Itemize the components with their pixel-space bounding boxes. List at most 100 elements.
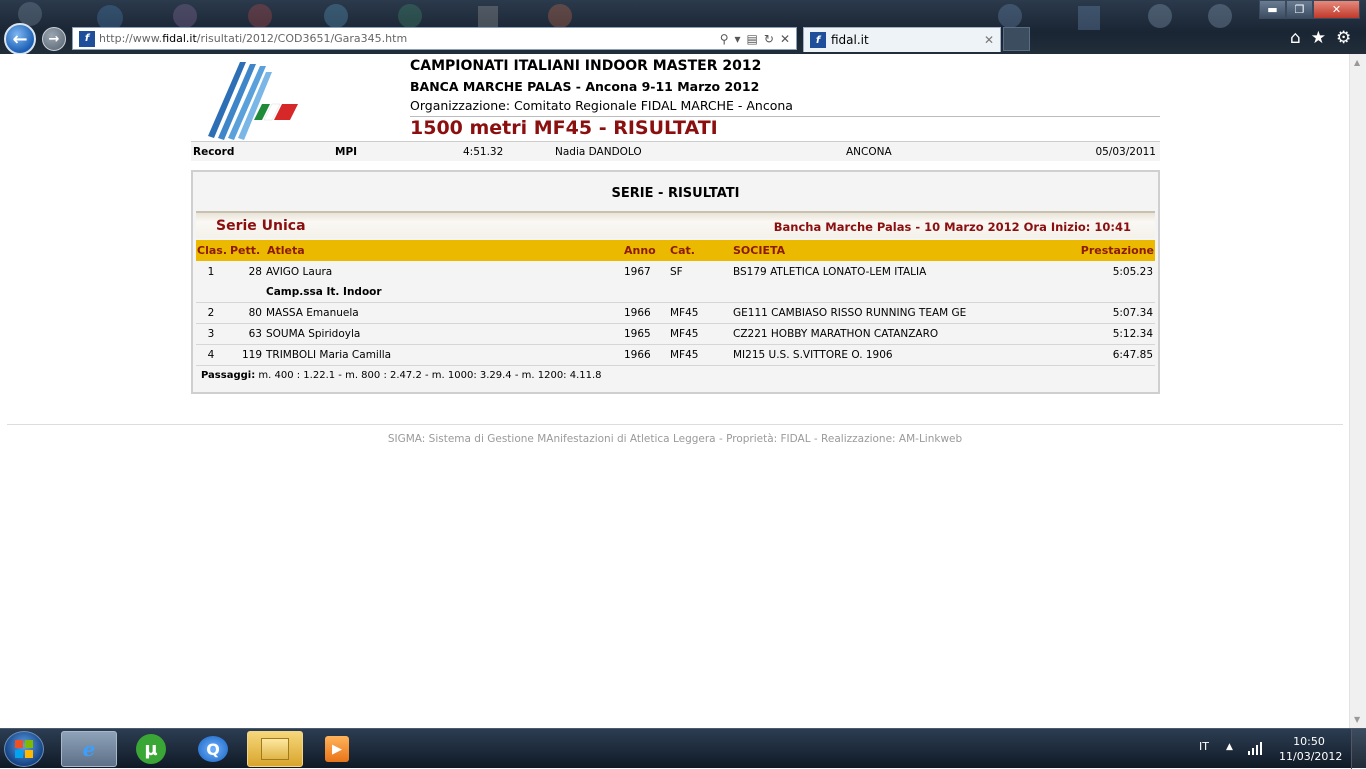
cell-cat: MF45 — [670, 328, 699, 340]
table-row: 2 80 MASSA Emanuela 1966 MF45 GE111 CAMB… — [196, 303, 1155, 324]
cell-clas: 1 — [207, 266, 215, 278]
browser-chrome: ← → f http://www.fidal.it/risultati/2012… — [0, 0, 1366, 54]
tab-title: fidal.it — [831, 33, 869, 47]
url-text[interactable]: http://www.fidal.it/risultati/2012/COD36… — [99, 32, 407, 45]
split-times: Passaggi: m. 400 : 1.22.1 - m. 800 : 2.4… — [201, 370, 602, 381]
close-window-button[interactable]: ✕ — [1313, 0, 1360, 19]
table-row: 3 63 SOUMA Spiridoyla 1965 MF45 CZ221 HO… — [196, 324, 1155, 345]
cell-pett: 28 — [248, 266, 262, 278]
address-bar[interactable]: f http://www.fidal.it/risultati/2012/COD… — [72, 27, 797, 50]
home-icon[interactable]: ⌂ — [1290, 28, 1301, 48]
dropdown-arrow-icon[interactable]: ▾ — [735, 32, 741, 46]
cell-prestazione: 5:07.34 — [1112, 307, 1153, 319]
venue-info: BANCA MARCHE PALAS - Ancona 9-11 Marzo 2… — [410, 79, 760, 94]
col-pett: Pett. — [230, 244, 261, 257]
record-athlete: Nadia DANDOLO — [555, 146, 642, 158]
record-place: ANCONA — [846, 146, 892, 158]
arrow-right-icon: → — [48, 31, 60, 47]
vertical-scrollbar[interactable]: ▲ ▼ — [1349, 54, 1366, 728]
cell-pett: 119 — [241, 349, 262, 361]
cell-clas: 3 — [207, 328, 215, 340]
minimize-button[interactable]: ▬ — [1259, 0, 1286, 19]
race-title: 1500 metri MF45 - RISULTATI — [410, 117, 718, 139]
clock-time: 10:50 — [1293, 735, 1325, 748]
taskbar-quicktime[interactable]: Q — [185, 731, 241, 767]
results-panel: SERIE - RISULTATI Serie Unica Bancha Mar… — [191, 170, 1160, 394]
cell-societa: CZ221 HOBBY MARATHON CATANZARO — [733, 328, 939, 340]
cell-clas: 2 — [207, 307, 215, 319]
cell-pett: 63 — [248, 328, 262, 340]
language-indicator[interactable]: IT — [1199, 740, 1209, 753]
split-times-label: Passaggi: — [201, 370, 256, 381]
col-societa: SOCIETA — [733, 244, 786, 257]
section-title: SERIE - RISULTATI — [611, 186, 740, 201]
window-controls: ▬ ❐ ✕ — [1259, 0, 1366, 19]
windows-logo-icon — [15, 740, 33, 758]
cell-pett: 80 — [248, 307, 262, 319]
start-button[interactable] — [4, 731, 44, 767]
cell-anno: 1965 — [624, 328, 651, 340]
cell-prestazione: 6:47.85 — [1112, 349, 1153, 361]
search-icon[interactable]: ⚲ — [720, 32, 729, 46]
serie-header: Serie Unica Bancha Marche Palas - 10 Mar… — [196, 211, 1155, 238]
cell-prestazione: 5:05.23 — [1112, 266, 1153, 278]
arrow-left-icon: ← — [12, 28, 28, 50]
network-signal-icon[interactable] — [1248, 741, 1264, 755]
windows-taskbar: e µ Q ▶ IT ▲ 10:50 11/03/2012 — [0, 728, 1366, 769]
back-button[interactable]: ← — [4, 23, 36, 54]
championship-title: CAMPIONATI ITALIANI INDOOR MASTER 2012 — [410, 58, 762, 74]
browser-tab[interactable]: f fidal.it ✕ — [803, 27, 1001, 52]
media-player-icon: ▶ — [325, 736, 349, 762]
favorites-star-icon[interactable]: ★ — [1311, 28, 1326, 48]
internet-explorer-icon: e — [82, 737, 96, 761]
page-content: CAMPIONATI ITALIANI INDOOR MASTER 2012 B… — [0, 54, 1366, 728]
scroll-up-icon[interactable]: ▲ — [1354, 58, 1360, 67]
footer-credits: SIGMA: Sistema di Gestione MAnifestazion… — [387, 433, 963, 445]
system-clock[interactable]: 10:50 11/03/2012 — [1279, 734, 1342, 764]
folder-icon — [261, 738, 289, 760]
organization-info: Organizzazione: Comitato Regionale FIDAL… — [410, 98, 793, 113]
cell-note: Camp.ssa It. Indoor — [266, 286, 382, 298]
compatibility-view-icon[interactable]: ▤ — [747, 32, 758, 46]
quicktime-icon: Q — [198, 736, 228, 762]
fidal-logo — [208, 62, 298, 140]
forward-button[interactable]: → — [42, 27, 66, 51]
taskbar-internet-explorer[interactable]: e — [61, 731, 117, 767]
record-row: Record MPI 4:51.32 Nadia DANDOLO ANCONA … — [191, 141, 1160, 161]
cell-societa: BS179 ATLETICA LONATO-LEM ITALIA — [733, 266, 927, 278]
scroll-down-icon[interactable]: ▼ — [1354, 715, 1360, 724]
record-date: 05/03/2011 — [1095, 146, 1156, 158]
col-anno: Anno — [624, 244, 656, 257]
serie-name: Serie Unica — [216, 218, 306, 234]
col-clas: Clas. — [197, 244, 227, 257]
cell-societa: GE111 CAMBIASO RISSO RUNNING TEAM GE — [733, 307, 967, 319]
maximize-button[interactable]: ❐ — [1286, 0, 1313, 19]
show-hidden-icons-icon[interactable]: ▲ — [1226, 742, 1233, 752]
browser-toolbar-right: ⌂ ★ ⚙ — [1290, 28, 1351, 48]
taskbar-media-player[interactable]: ▶ — [309, 731, 365, 767]
col-cat: Cat. — [670, 244, 695, 257]
cell-clas: 4 — [207, 349, 215, 361]
record-type: MPI — [335, 146, 358, 158]
close-tab-icon[interactable]: ✕ — [984, 33, 994, 47]
utorrent-icon: µ — [136, 734, 166, 764]
tools-gear-icon[interactable]: ⚙ — [1336, 28, 1351, 48]
new-tab-button[interactable] — [1003, 27, 1030, 51]
cell-atleta: TRIMBOLI Maria Camilla — [266, 349, 392, 361]
stop-icon[interactable]: ✕ — [780, 32, 790, 46]
cell-societa: MI215 U.S. S.VITTORE O. 1906 — [733, 349, 893, 361]
footer-divider — [7, 424, 1343, 425]
cell-cat: MF45 — [670, 307, 699, 319]
cell-anno: 1967 — [624, 266, 651, 278]
serie-info: Bancha Marche Palas - 10 Marzo 2012 Ora … — [773, 220, 1131, 234]
results-table-header: Clas. Pett. Atleta Anno Cat. SOCIETA Pre… — [196, 240, 1155, 261]
taskbar-file-explorer[interactable] — [247, 731, 303, 767]
col-prestazione: Prestazione — [1080, 244, 1154, 257]
split-times-values: m. 400 : 1.22.1 - m. 800 : 2.47.2 - m. 1… — [255, 370, 602, 381]
fidal-favicon-icon: f — [79, 30, 95, 47]
taskbar-utorrent[interactable]: µ — [123, 731, 179, 767]
table-row: 4 119 TRIMBOLI Maria Camilla 1966 MF45 M… — [196, 345, 1155, 366]
table-row: 1 28 AVIGO Laura 1967 SF BS179 ATLETICA … — [196, 262, 1155, 303]
show-desktop-button[interactable] — [1351, 729, 1366, 769]
refresh-icon[interactable]: ↻ — [764, 32, 774, 46]
